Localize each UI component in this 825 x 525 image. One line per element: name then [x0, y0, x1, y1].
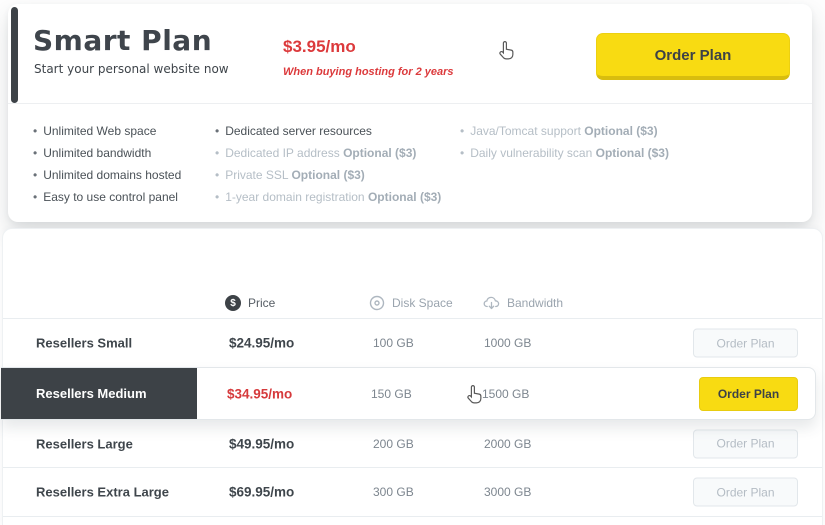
table-header-row: $ Price Disk Space Bandwidth	[3, 287, 822, 319]
table-row-resellers-medium: Resellers Medium $34.95/mo 150 GB 1500 G…	[1, 367, 816, 420]
dollar-circle-icon: $	[225, 295, 241, 311]
header-bandwidth-label: Bandwidth	[507, 296, 564, 310]
plan-disk-space: 150 GB	[371, 386, 412, 401]
order-plan-button-main[interactable]: Order Plan	[596, 33, 790, 80]
bullet-icon: •	[215, 168, 220, 182]
feature-label: Daily vulnerability scan	[470, 146, 593, 160]
order-plan-button-large[interactable]: Order Plan	[693, 429, 798, 458]
feature-item: • Java/Tomcat support Optional ($3)	[460, 120, 669, 142]
bullet-icon: •	[33, 146, 38, 160]
plan-bandwidth: 1500 GB	[482, 386, 530, 401]
feature-label: Unlimited domains hosted	[43, 168, 182, 182]
disc-icon	[369, 295, 385, 311]
cloud-download-icon	[483, 296, 500, 310]
feature-column-2: • Dedicated server resources • Dedicated I…	[215, 120, 441, 208]
bullet-icon: •	[215, 124, 220, 138]
bullet-icon: •	[215, 146, 220, 160]
header-bandwidth: Bandwidth	[483, 287, 563, 319]
bullet-icon: •	[460, 146, 465, 160]
plan-price: $69.95/mo	[229, 484, 295, 500]
plan-title: Smart Plan	[33, 24, 213, 57]
header-disk-space: Disk Space	[369, 287, 453, 319]
feature-optional-tag: Optional ($3)	[595, 146, 669, 160]
feature-list: • Unlimited Web space • Unlimited bandwidt…	[8, 112, 812, 222]
smart-plan-card: Smart Plan Start your personal website n…	[8, 4, 812, 222]
plan-price: $24.95/mo	[229, 335, 295, 351]
feature-item: • 1-year domain registration Optional ($3…	[215, 186, 441, 208]
feature-item: • Private SSL Optional ($3)	[215, 164, 441, 186]
bullet-icon: •	[460, 124, 465, 138]
plan-bandwidth: 1000 GB	[484, 336, 532, 350]
feature-optional-tag: Optional ($3)	[291, 168, 365, 182]
order-plan-button-extra-large[interactable]: Order Plan	[693, 477, 798, 507]
feature-label: 1-year domain registration	[225, 190, 365, 204]
plan-name: Resellers Large	[36, 436, 133, 451]
feature-label: Unlimited bandwidth	[43, 146, 152, 160]
feature-item: • Daily vulnerability scan Optional ($3)	[460, 142, 669, 164]
table-row-resellers-large: Resellers Large $49.95/mo 200 GB 2000 GB…	[3, 420, 822, 468]
plan-name: Resellers Medium	[36, 386, 147, 401]
header-disk-label: Disk Space	[392, 296, 453, 310]
plan-subtitle: Start your personal website now	[34, 62, 229, 76]
feature-item: • Dedicated server resources	[215, 120, 441, 142]
feature-column-3: • Java/Tomcat support Optional ($3) • Dail…	[460, 120, 669, 164]
plan-name: Resellers Extra Large	[36, 484, 169, 500]
plan-disk-space: 200 GB	[373, 436, 414, 451]
feature-optional-tag: Optional ($3)	[367, 190, 442, 204]
card-divider	[8, 103, 812, 104]
table-row-resellers-extra-large: Resellers Extra Large $69.95/mo 300 GB 3…	[3, 468, 822, 517]
feature-item: • Unlimited bandwidth	[33, 142, 181, 164]
plan-disk-space: 100 GB	[373, 336, 414, 350]
feature-item: • Unlimited domains hosted	[33, 164, 181, 186]
feature-label: Private SSL	[225, 168, 289, 182]
plan-price: $49.95/mo	[229, 436, 295, 451]
feature-label: Unlimited Web space	[43, 124, 157, 138]
feature-item: • Dedicated IP address Optional ($3)	[215, 142, 441, 164]
plans-table-card: $ Price Disk Space Bandwidth Resellers S…	[1, 228, 823, 525]
feature-optional-tag: Optional ($3)	[343, 146, 417, 160]
bullet-icon: •	[33, 168, 38, 182]
plan-disk-space: 300 GB	[373, 485, 414, 499]
feature-optional-tag: Optional ($3)	[584, 124, 658, 138]
plan-bandwidth: 2000 GB	[484, 436, 532, 451]
feature-label: Easy to use control panel	[43, 190, 178, 204]
plan-price-note: When buying hosting for 2 years	[283, 66, 454, 78]
order-plan-button-small[interactable]: Order Plan	[693, 328, 798, 358]
feature-column-1: • Unlimited Web space • Unlimited bandwidt…	[33, 120, 181, 208]
feature-label: Dedicated server resources	[225, 124, 372, 138]
table-row-resellers-small: Resellers Small $24.95/mo 100 GB 1000 GB…	[3, 319, 822, 367]
plan-bandwidth: 3000 GB	[484, 485, 532, 499]
accent-bar	[11, 7, 18, 103]
plan-name: Resellers Small	[36, 335, 133, 351]
bullet-icon: •	[33, 124, 38, 138]
feature-item: • Easy to use control panel	[33, 186, 181, 208]
feature-label: Java/Tomcat support	[470, 124, 581, 138]
highlighted-name-block: Resellers Medium	[1, 368, 197, 419]
order-plan-button-medium[interactable]: Order Plan	[699, 376, 798, 411]
header-price: $ Price	[225, 287, 275, 319]
bullet-icon: •	[215, 190, 220, 204]
plan-price: $3.95/mo	[283, 37, 356, 56]
header-price-label: Price	[248, 296, 276, 310]
feature-item: • Unlimited Web space	[33, 120, 181, 142]
pricing-page: Smart Plan Start your personal website n…	[0, 0, 825, 525]
bullet-icon: •	[33, 190, 38, 204]
plan-price: $34.95/mo	[227, 386, 293, 401]
feature-label: Dedicated IP address	[225, 146, 340, 160]
